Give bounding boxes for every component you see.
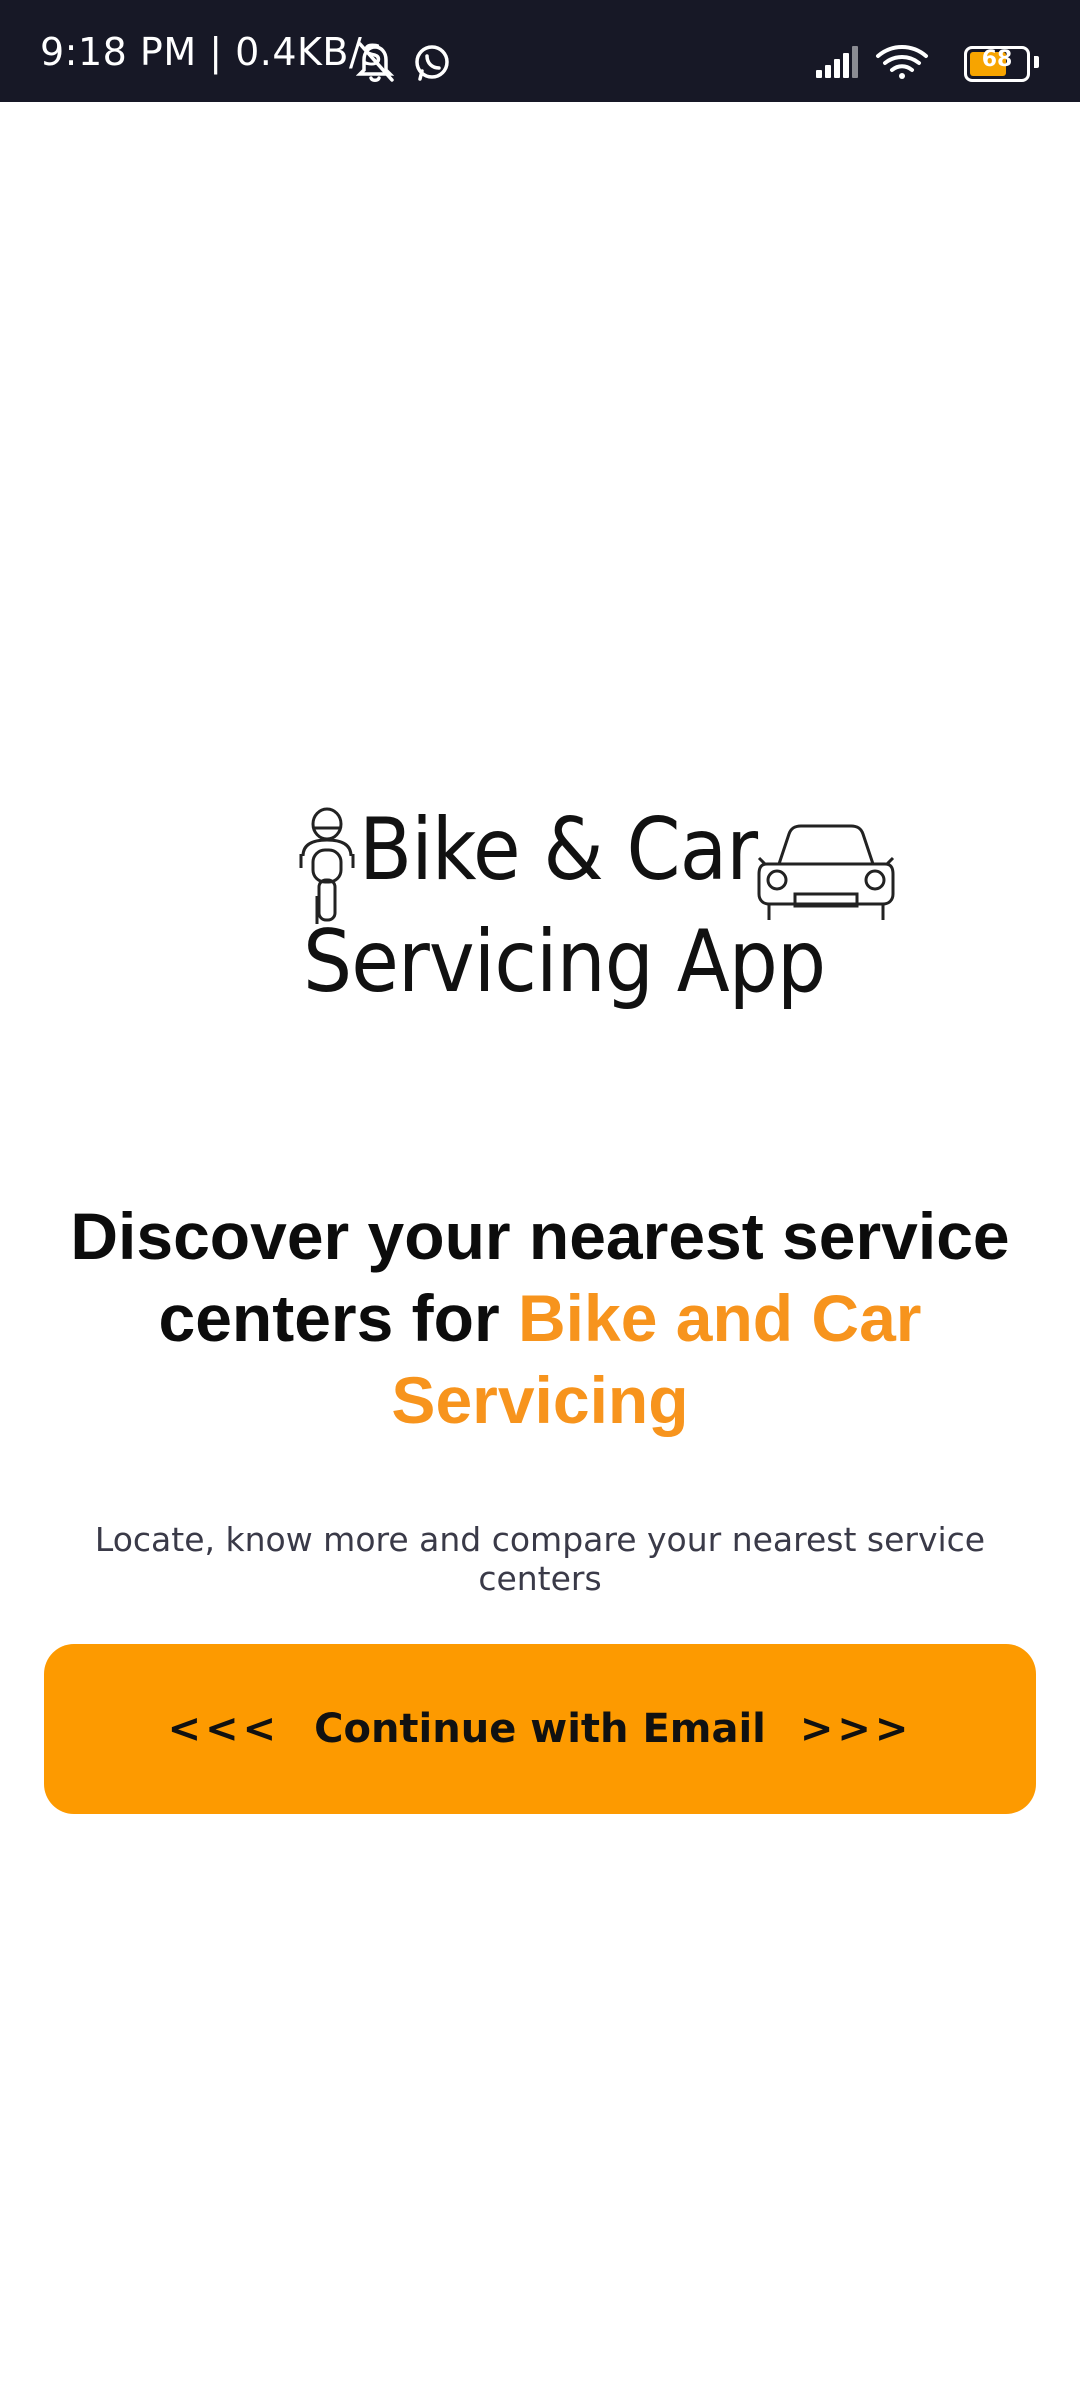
- motorbike-icon: [299, 807, 355, 924]
- status-left-icons: [355, 40, 466, 88]
- left-arrows: <<<: [167, 1706, 281, 1752]
- logo-title-line1: Bike & Car: [359, 800, 758, 900]
- app-logo: Bike & Car Servicing App: [295, 800, 905, 1030]
- wifi-icon: [876, 45, 928, 79]
- battery-icon: 68: [964, 46, 1030, 82]
- signal-icon: [816, 46, 858, 78]
- status-time-speed: 9:18 PM | 0.4KB/s: [40, 30, 383, 74]
- muted-bell-icon: [355, 42, 395, 82]
- continue-with-email-button[interactable]: <<< Continue with Email >>>: [44, 1644, 1036, 1814]
- battery-level: 68: [981, 47, 1013, 72]
- status-bar: 9:18 PM | 0.4KB/s 68: [0, 0, 1080, 102]
- subtitle: Locate, know more and compare your neare…: [94, 1520, 986, 1598]
- battery-tip: [1034, 56, 1039, 68]
- logo-title-line2: Servicing App: [303, 912, 826, 1012]
- headline: Discover your nearest service centers fo…: [30, 1195, 1050, 1441]
- continue-with-email-label: Continue with Email: [314, 1706, 766, 1752]
- notification-icons: [355, 42, 449, 82]
- whatsapp-icon: [415, 45, 449, 81]
- car-icon: [757, 824, 895, 920]
- right-arrows: >>>: [799, 1706, 913, 1752]
